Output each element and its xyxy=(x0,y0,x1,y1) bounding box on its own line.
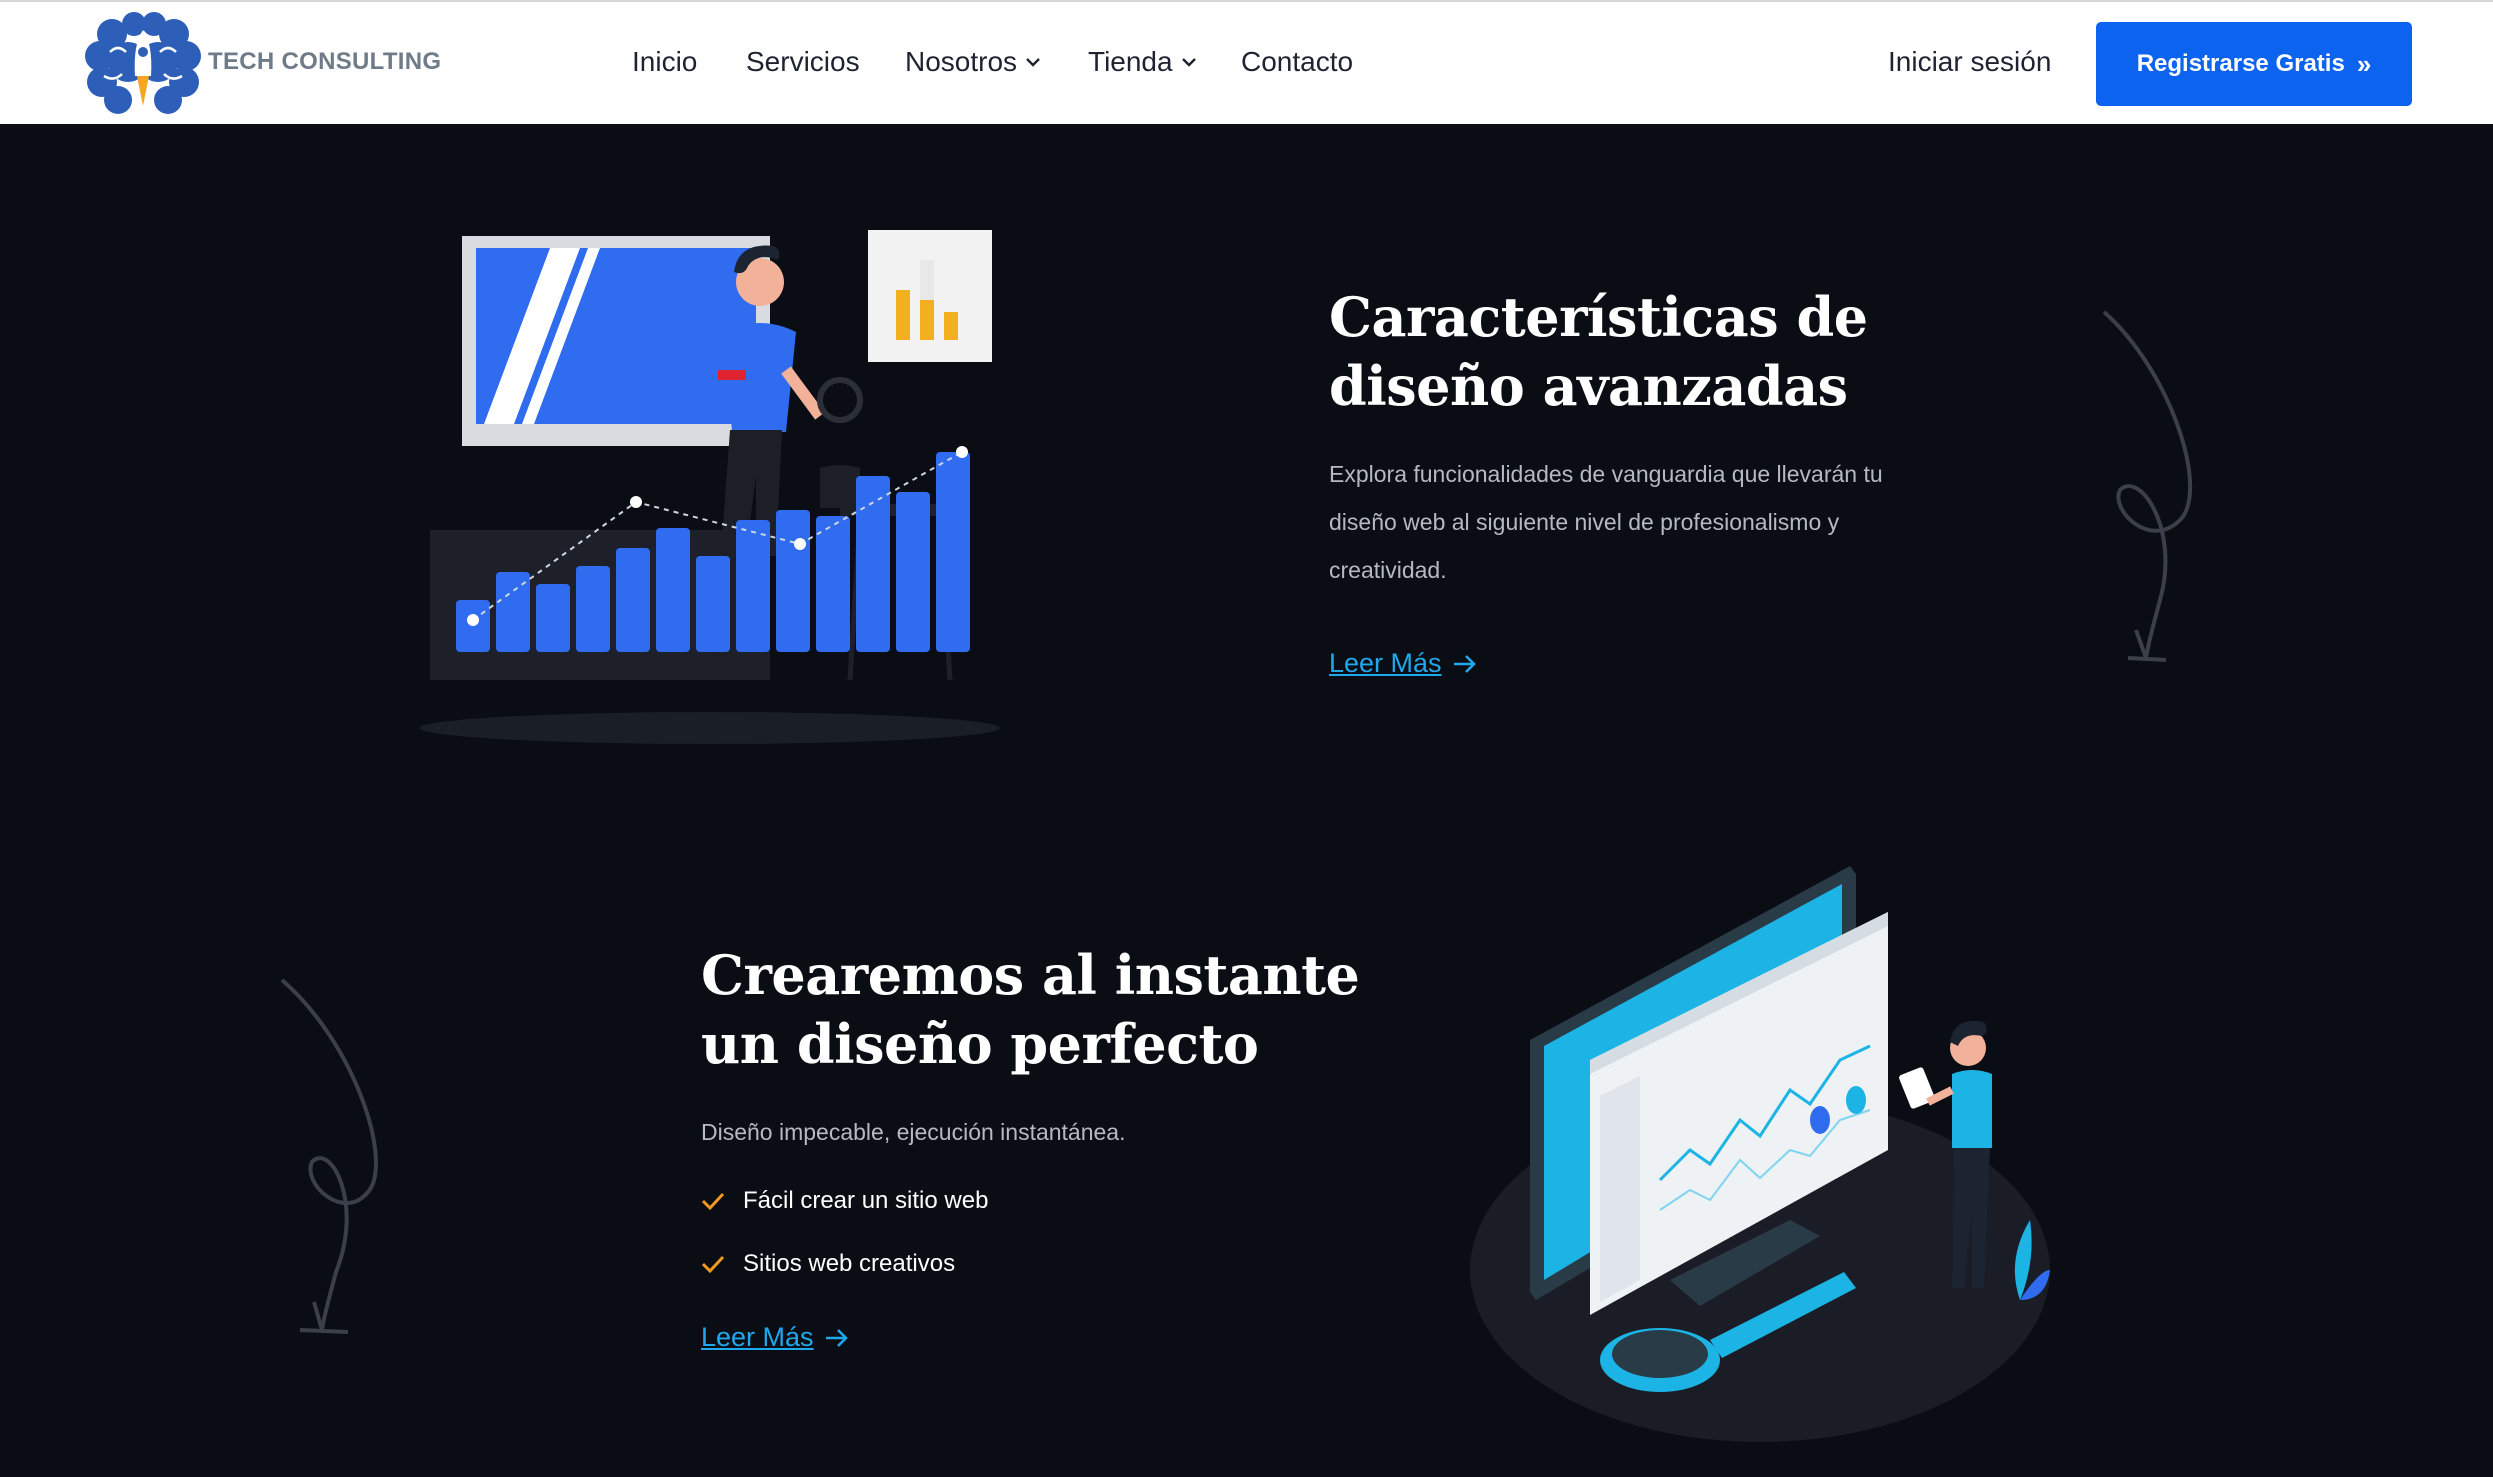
double-chevron-right-icon: » xyxy=(2356,48,2372,79)
features-title-line1: Características de xyxy=(1329,285,1868,349)
features-title-line2: diseño avanzadas xyxy=(1329,354,1848,418)
nav-tienda[interactable]: Tienda xyxy=(1088,46,1197,78)
decorative-squiggle-arrow xyxy=(2102,310,2193,662)
instant-design-title-line2: un diseño perfecto xyxy=(701,1012,1259,1076)
features-description-line2: diseño web al siguiente nivel de profesi… xyxy=(1329,509,1840,535)
nav-nosotros-label: Nosotros xyxy=(905,46,1018,77)
nav-tienda-label: Tienda xyxy=(1088,46,1173,77)
checklist-item: Fácil crear un sitio web xyxy=(701,1187,988,1215)
nav-contacto[interactable]: Contacto xyxy=(1241,46,1353,78)
brand-name[interactable]: TECH CONSULTING xyxy=(208,48,441,76)
dashboard-illustration xyxy=(1470,866,2050,1442)
checklist-item-label: Sitios web creativos xyxy=(743,1250,956,1277)
features-description: Explora funcionalidades de vanguardia qu… xyxy=(1329,450,1969,594)
nav-nosotros[interactable]: Nosotros xyxy=(905,46,1041,78)
nav-contacto-label: Contacto xyxy=(1241,46,1354,77)
chevron-down-icon xyxy=(1026,58,1040,67)
instant-design-read-more-label: Leer Más xyxy=(701,1322,814,1352)
instant-design-description: Diseño impecable, ejecución instantánea. xyxy=(701,1119,1126,1145)
features-read-more-label: Leer Más xyxy=(1329,648,1442,678)
nav-servicios[interactable]: Servicios xyxy=(746,46,860,78)
decorative-squiggle-arrow xyxy=(280,978,378,1334)
chevron-down-icon xyxy=(1181,58,1196,67)
instant-design-read-more-link[interactable]: Leer Más xyxy=(701,1322,850,1353)
check-icon xyxy=(701,1255,725,1274)
check-icon xyxy=(701,1192,725,1211)
features-description-line3: creatividad. xyxy=(1329,557,1447,583)
instant-design-title-line1: Crearemos al instante xyxy=(701,943,1360,1007)
signup-button-label: Registrarse Gratis xyxy=(2136,50,2345,77)
features-read-more-link[interactable]: Leer Más xyxy=(1329,648,1478,679)
features-description-line1: Explora funcionalidades de vanguardia qu… xyxy=(1329,461,1883,487)
site-header: TECH CONSULTING Inicio Servicios Nosotro… xyxy=(0,0,2493,124)
nav-inicio[interactable]: Inicio xyxy=(632,46,697,78)
features-title: Características de diseño avanzadas xyxy=(1329,283,1868,421)
arrow-right-icon xyxy=(1453,654,1476,673)
instant-design-title: Crearemos al instante un diseño perfecto xyxy=(701,941,1360,1079)
brain-rocket-logo-icon[interactable] xyxy=(82,12,204,116)
arrow-right-icon xyxy=(825,1328,848,1347)
checklist-item: Sitios web creativos xyxy=(701,1250,955,1278)
bar-chart-illustration xyxy=(456,446,970,652)
nav-servicios-label: Servicios xyxy=(746,46,860,77)
checklist-item-label: Fácil crear un sitio web xyxy=(743,1187,989,1214)
signup-button[interactable]: Registrarse Gratis » xyxy=(2096,22,2412,106)
login-link[interactable]: Iniciar sesión xyxy=(1888,46,2051,78)
nav-inicio-label: Inicio xyxy=(632,46,698,77)
